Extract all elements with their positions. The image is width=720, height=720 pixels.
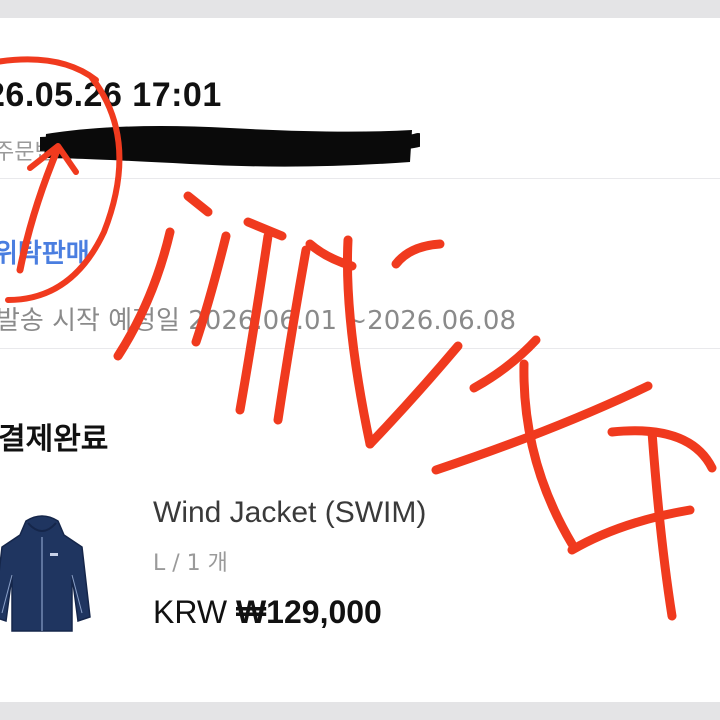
section-divider [0, 178, 720, 179]
sale-type-label: 위탁판매 [0, 239, 90, 269]
section-divider [0, 348, 720, 349]
product-option: L / 1 개 [153, 551, 228, 576]
redaction-mark [40, 126, 420, 167]
price-amount: ₩129,000 [235, 594, 382, 630]
shipping-schedule: 발송 시작 예정일 2026.06.01 ~2026.06.08 [0, 306, 517, 336]
jacket-icon [0, 515, 91, 632]
order-status: 결제완료 [0, 422, 109, 457]
order-detail-card: 26.05.26 17:01 주문번호 위탁판매 발송 시작 예정일 2026.… [0, 18, 720, 702]
product-name[interactable]: Wind Jacket (SWIM) [153, 496, 426, 530]
price-currency: KRW [153, 594, 228, 630]
product-price: KRW ₩129,000 [153, 594, 382, 631]
jacket-thumbnail[interactable] [0, 513, 92, 647]
order-date-time: 26.05.26 17:01 [0, 76, 222, 114]
